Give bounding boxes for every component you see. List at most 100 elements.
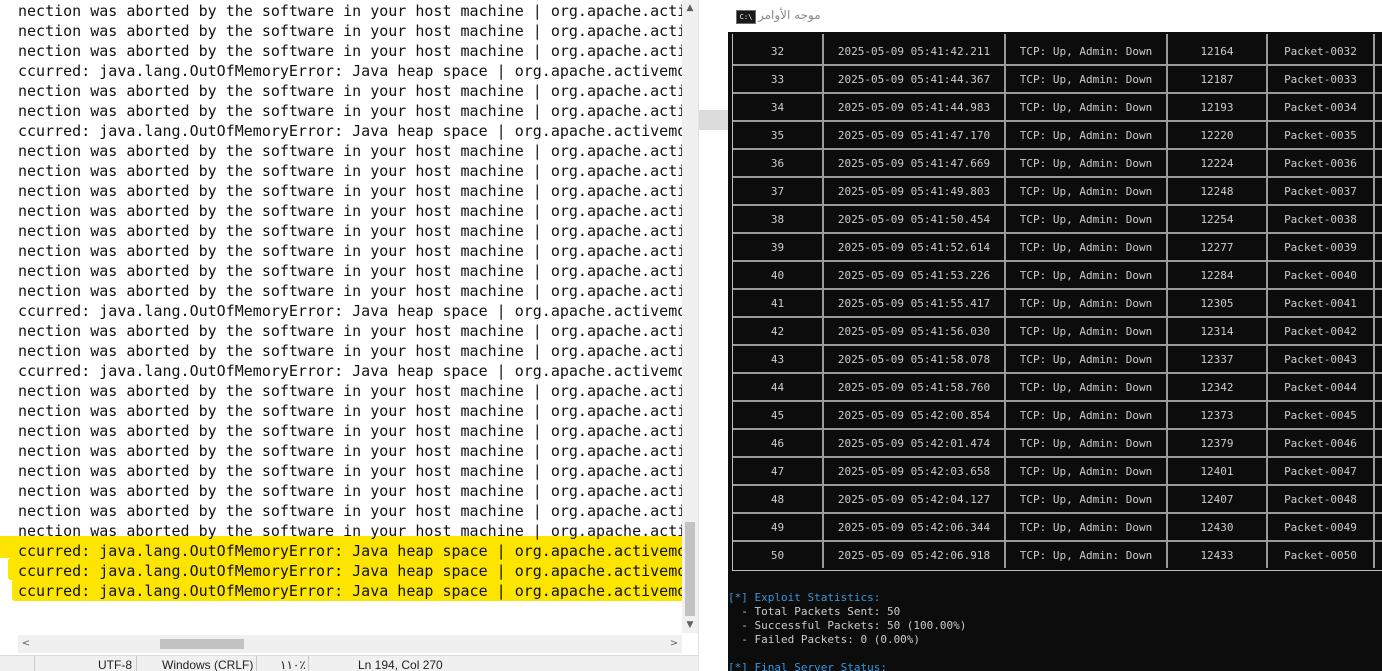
final-status-heading: [*] Final Server Status: xyxy=(728,661,887,671)
log-line: nection was aborted by the software in y… xyxy=(18,262,682,280)
table-cell-status: TCP: Up, Admin: Down xyxy=(1019,493,1153,506)
scroll-up-icon[interactable]: ▲ xyxy=(682,0,698,16)
table-cell-time: 2025-05-09 05:41:50.454 xyxy=(837,213,991,226)
table-cell-num: 46 xyxy=(770,437,785,450)
table-cell-status: TCP: Up, Admin: Down xyxy=(1019,185,1153,198)
table-cell-packet: Packet-0032 xyxy=(1284,45,1357,58)
log-line: nection was aborted by the software in y… xyxy=(18,2,682,20)
table-row-border xyxy=(733,400,1382,402)
table-cell-num: 32 xyxy=(770,45,785,58)
table-cell-status: TCP: Up, Admin: Down xyxy=(1019,353,1153,366)
table-cell-packet: Packet-0044 xyxy=(1284,381,1357,394)
scroll-down-icon[interactable]: ▼ xyxy=(682,617,698,633)
table-cell-port: 12373 xyxy=(1200,409,1234,422)
table-cell-port: 12254 xyxy=(1200,213,1234,226)
table-cell-port: 12407 xyxy=(1200,493,1234,506)
table-cell-time: 2025-05-09 05:41:47.170 xyxy=(837,129,991,142)
table-cell-packet: Packet-0039 xyxy=(1284,241,1357,254)
table-cell-time: 2025-05-09 05:42:06.918 xyxy=(837,549,991,562)
table-column-border xyxy=(1373,34,1375,568)
log-line: ccurred: java.lang.OutOfMemoryError: Jav… xyxy=(18,62,682,80)
table-cell-num: 50 xyxy=(770,549,785,562)
table-cell-num: 35 xyxy=(770,129,785,142)
table-cell-status: TCP: Up, Admin: Down xyxy=(1019,157,1153,170)
table-cell-packet: Packet-0047 xyxy=(1284,465,1357,478)
log-line: nection was aborted by the software in y… xyxy=(18,522,682,540)
command-prompt-window[interactable]: C:\ موجه الأوامر 32 2025-05-09 05:41:42.2… xyxy=(728,0,1382,671)
log-line: nection was aborted by the software in y… xyxy=(18,502,682,520)
table-row-border xyxy=(733,92,1382,94)
log-line: ccurred: java.lang.OutOfMemoryError: Jav… xyxy=(18,122,682,140)
table-cell-time: 2025-05-09 05:41:49.803 xyxy=(837,185,991,198)
table-cell-num: 49 xyxy=(770,521,785,534)
table-cell-port: 12224 xyxy=(1200,157,1234,170)
table-cell-num: 43 xyxy=(770,353,785,366)
encoding-indicator[interactable]: UTF-8 xyxy=(98,658,132,671)
line-ending-indicator[interactable]: Windows (CRLF) xyxy=(162,658,253,671)
table-cell-status: TCP: Up, Admin: Down xyxy=(1019,437,1153,450)
table-row-border xyxy=(733,428,1382,430)
scroll-right-icon[interactable]: > xyxy=(666,635,682,653)
table-cell-time: 2025-05-09 05:41:44.983 xyxy=(837,101,991,114)
table-row-border xyxy=(733,232,1382,234)
table-cell-packet: Packet-0048 xyxy=(1284,493,1357,506)
horizontal-scroll-thumb[interactable] xyxy=(160,639,244,649)
table-cell-port: 12187 xyxy=(1200,73,1234,86)
editor-text-area[interactable]: nection was aborted by the software in y… xyxy=(0,0,682,633)
console-title-bar[interactable]: C:\ موجه الأوامر xyxy=(728,0,1382,32)
vertical-scrollbar[interactable]: ▲ ▼ xyxy=(682,0,698,633)
table-cell-status: TCP: Up, Admin: Down xyxy=(1019,549,1153,562)
table-cell-packet: Packet-0036 xyxy=(1284,157,1357,170)
table-cell-packet: Packet-0050 xyxy=(1284,549,1357,562)
table-cell-time: 2025-05-09 05:41:53.226 xyxy=(837,269,991,282)
table-cell-status: TCP: Up, Admin: Down xyxy=(1019,45,1153,58)
table-cell-status: TCP: Up, Admin: Down xyxy=(1019,73,1153,86)
table-cell-port: 12248 xyxy=(1200,185,1234,198)
log-line: ccurred: java.lang.OutOfMemoryError: Jav… xyxy=(18,302,682,320)
table-cell-packet: Packet-0033 xyxy=(1284,73,1357,86)
background-window-strip xyxy=(698,0,729,671)
table-cell-num: 37 xyxy=(770,185,785,198)
table-cell-status: TCP: Up, Admin: Down xyxy=(1019,381,1153,394)
table-row-border xyxy=(733,484,1382,486)
table-row-border xyxy=(733,148,1382,150)
scroll-left-icon[interactable]: < xyxy=(18,635,34,653)
cursor-position-indicator[interactable]: Ln 194, Col 270 xyxy=(358,658,443,671)
table-row-border xyxy=(733,64,1382,66)
table-cell-packet: Packet-0041 xyxy=(1284,297,1357,310)
table-cell-packet: Packet-0046 xyxy=(1284,437,1357,450)
zoom-indicator[interactable]: ١١٠٪ xyxy=(280,658,306,671)
table-cell-time: 2025-05-09 05:41:47.669 xyxy=(837,157,991,170)
table-cell-status: TCP: Up, Admin: Down xyxy=(1019,101,1153,114)
log-line: nection was aborted by the software in y… xyxy=(18,162,682,180)
table-cell-time: 2025-05-09 05:41:42.211 xyxy=(837,45,991,58)
background-window-element xyxy=(699,110,729,130)
table-cell-packet: Packet-0040 xyxy=(1284,269,1357,282)
stats-heading: [*] Exploit Statistics: xyxy=(728,591,881,604)
log-line: nection was aborted by the software in y… xyxy=(18,222,682,240)
table-cell-packet: Packet-0045 xyxy=(1284,409,1357,422)
table-cell-port: 12430 xyxy=(1200,521,1234,534)
table-cell-status: TCP: Up, Admin: Down xyxy=(1019,129,1153,142)
table-cell-packet: Packet-0038 xyxy=(1284,213,1357,226)
editor-status-bar: UTF-8 Windows (CRLF) ١١٠٪ Ln 194, Col 27… xyxy=(0,655,698,671)
table-row-border xyxy=(733,260,1382,262)
vertical-scroll-thumb[interactable] xyxy=(685,522,695,616)
table-cell-time: 2025-05-09 05:42:03.658 xyxy=(837,465,991,478)
table-row-border xyxy=(733,120,1382,122)
table-cell-num: 44 xyxy=(770,381,785,394)
log-line: nection was aborted by the software in y… xyxy=(18,322,682,340)
table-cell-port: 12220 xyxy=(1200,129,1234,142)
log-line: nection was aborted by the software in y… xyxy=(18,22,682,40)
table-cell-time: 2025-05-09 05:41:58.078 xyxy=(837,353,991,366)
table-cell-port: 12337 xyxy=(1200,353,1234,366)
table-cell-status: TCP: Up, Admin: Down xyxy=(1019,521,1153,534)
log-line: nection was aborted by the software in y… xyxy=(18,42,682,60)
table-cell-packet: Packet-0043 xyxy=(1284,353,1357,366)
table-cell-num: 40 xyxy=(770,269,785,282)
table-row-border xyxy=(733,316,1382,318)
table-cell-num: 47 xyxy=(770,465,785,478)
table-row-border xyxy=(733,372,1382,374)
horizontal-scrollbar[interactable]: < > xyxy=(18,635,682,653)
table-cell-time: 2025-05-09 05:41:52.614 xyxy=(837,241,991,254)
